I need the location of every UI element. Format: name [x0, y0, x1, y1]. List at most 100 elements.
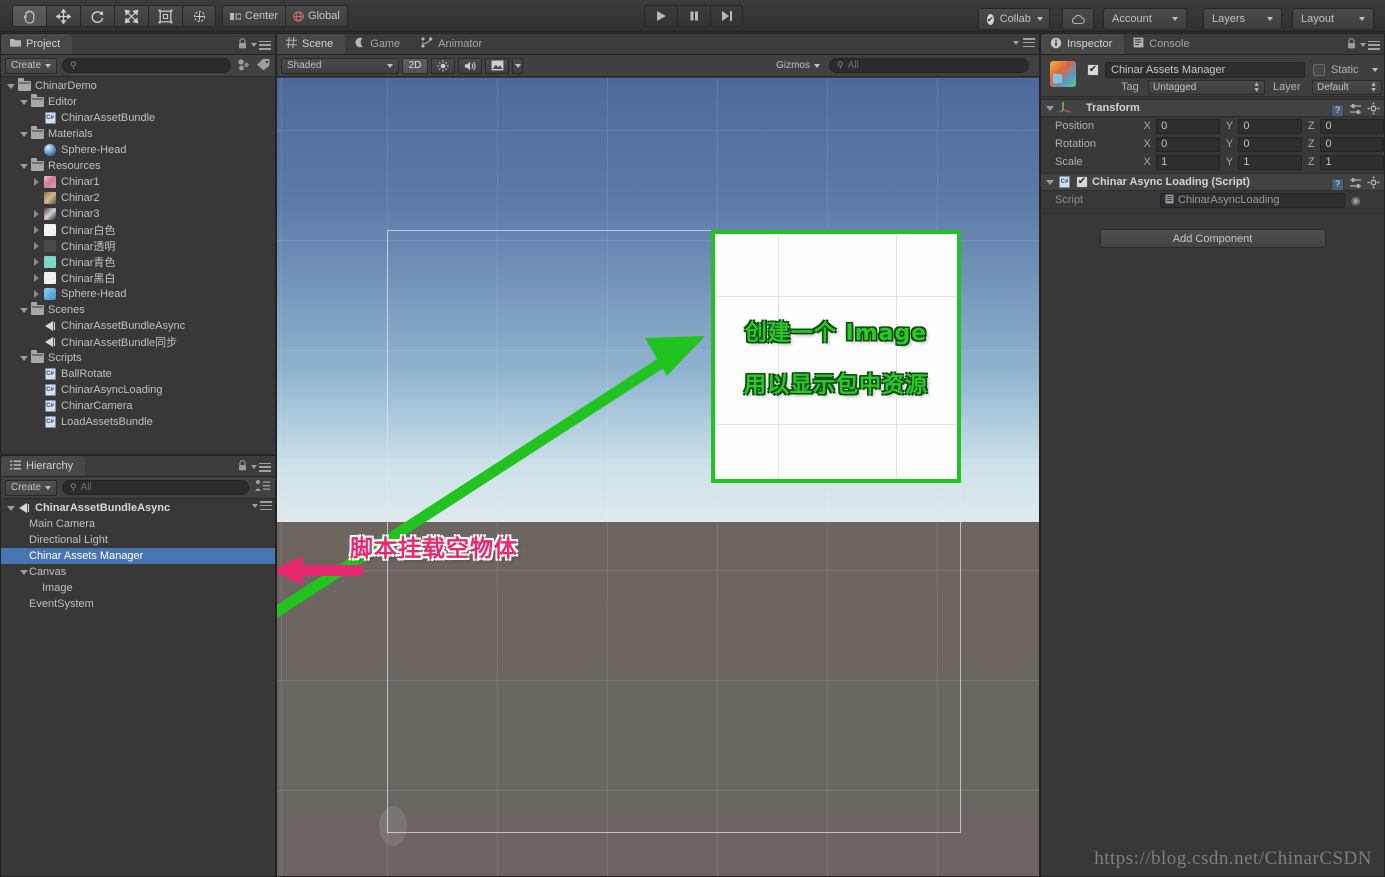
foldout-arrow[interactable]: [31, 226, 42, 234]
space-global-button[interactable]: Global: [285, 5, 348, 27]
inspector-context-menu-icon[interactable]: [1360, 40, 1380, 50]
rotate-tool[interactable]: [80, 5, 114, 27]
gizmos-dropdown[interactable]: Gizmos: [770, 58, 826, 74]
hierarchy-context-menu-icon[interactable]: [251, 462, 271, 472]
project-item-row[interactable]: Materials: [1, 126, 275, 142]
hierarchy-sort-icon[interactable]: [254, 479, 271, 496]
project-item-row[interactable]: Scenes: [1, 302, 275, 318]
transform-y-field[interactable]: 0: [1238, 118, 1302, 134]
project-item-row[interactable]: Chinar3: [1, 206, 275, 222]
foldout-arrow[interactable]: [18, 163, 29, 169]
project-item-row[interactable]: Chinar透明: [1, 238, 275, 254]
transform-x-field[interactable]: 0: [1156, 136, 1220, 152]
foldout-arrow[interactable]: [18, 569, 29, 575]
scene-context-menu-icon[interactable]: [1013, 38, 1035, 47]
tab-inspector[interactable]: Inspector: [1041, 34, 1125, 54]
hierarchy-create-button[interactable]: Create: [5, 479, 58, 496]
foldout-arrow[interactable]: [31, 258, 42, 266]
tab-scene[interactable]: Scene: [277, 34, 346, 54]
layout-button[interactable]: Layout: [1292, 8, 1374, 30]
preset-icon[interactable]: [1349, 103, 1362, 118]
hierarchy-item-row[interactable]: EventSystem: [1, 596, 275, 612]
script-enabled-checkbox[interactable]: ✔: [1076, 176, 1088, 188]
rect-tool[interactable]: [148, 5, 182, 27]
move-tool[interactable]: [46, 5, 80, 27]
image-rect-gizmo[interactable]: 创建一个 Image 用以显示包中资源: [711, 230, 961, 483]
hierarchy-item-row[interactable]: Canvas: [1, 564, 275, 580]
tab-project[interactable]: Project: [1, 34, 73, 54]
transform-foldout-arrow[interactable]: [1044, 105, 1055, 111]
foldout-arrow[interactable]: [31, 242, 42, 250]
tab-animator[interactable]: Animator: [412, 34, 494, 54]
transform-z-field[interactable]: 1: [1320, 154, 1384, 170]
project-item-row[interactable]: C# BallRotate: [1, 366, 275, 382]
play-button[interactable]: [644, 5, 677, 27]
project-item-row[interactable]: ChinarDemo: [1, 78, 275, 94]
foldout-arrow[interactable]: [31, 178, 42, 186]
help-icon[interactable]: ?: [1331, 177, 1344, 191]
lock-icon[interactable]: [238, 38, 247, 52]
project-item-row[interactable]: Sphere-Head: [1, 286, 275, 302]
tab-hierarchy[interactable]: Hierarchy: [1, 456, 86, 476]
static-dropdown-icon[interactable]: [1372, 68, 1378, 72]
add-component-button[interactable]: Add Component: [1099, 229, 1326, 248]
scene-search-input[interactable]: ⚲ All: [829, 58, 1029, 73]
project-item-row[interactable]: C# ChinarCamera: [1, 398, 275, 414]
collab-button[interactable]: ✔ Collab: [978, 8, 1050, 30]
scene-fx-button[interactable]: [485, 57, 509, 74]
foldout-arrow[interactable]: [5, 505, 16, 511]
transform-y-field[interactable]: 0: [1238, 136, 1302, 152]
script-foldout-arrow[interactable]: [1044, 179, 1055, 185]
object-enabled-checkbox[interactable]: ✔: [1087, 64, 1099, 76]
foldout-arrow[interactable]: [31, 290, 42, 298]
pause-button[interactable]: [677, 5, 710, 27]
foldout-arrow[interactable]: [31, 210, 42, 218]
hierarchy-item-row[interactable]: Directional Light: [1, 532, 275, 548]
project-filter-type-icon[interactable]: [236, 58, 251, 74]
project-create-button[interactable]: Create: [5, 57, 58, 74]
project-item-row[interactable]: Chinar黑白: [1, 270, 275, 286]
transform-component-header[interactable]: Transform ?: [1041, 99, 1384, 117]
foldout-arrow[interactable]: [18, 307, 29, 313]
transform-z-field[interactable]: 0: [1320, 118, 1384, 134]
transform-y-field[interactable]: 1: [1238, 154, 1302, 170]
layers-button[interactable]: Layers: [1203, 8, 1282, 30]
object-picker-icon[interactable]: ◉: [1351, 194, 1361, 207]
scene-audio-button[interactable]: [458, 57, 482, 74]
hierarchy-item-row[interactable]: Image: [1, 580, 275, 596]
preset-icon[interactable]: [1349, 177, 1362, 192]
tag-dropdown[interactable]: Untagged ▲ ▼: [1148, 80, 1265, 95]
cloud-button[interactable]: [1062, 8, 1094, 30]
project-search-input[interactable]: ⚲: [62, 58, 231, 73]
scene-lighting-button[interactable]: [431, 57, 455, 74]
static-checkbox[interactable]: ✔: [1313, 64, 1325, 76]
hierarchy-scene-menu-icon[interactable]: [252, 501, 272, 510]
account-button[interactable]: Account: [1103, 8, 1187, 30]
project-context-menu-icon[interactable]: [251, 40, 271, 50]
transform-tool[interactable]: [182, 5, 216, 27]
foldout-arrow[interactable]: [31, 274, 42, 282]
project-item-row[interactable]: ChinarAssetBundleAsync: [1, 318, 275, 334]
gear-icon[interactable]: [1367, 176, 1380, 192]
script-object-field[interactable]: ChinarAsyncLoading: [1160, 192, 1345, 208]
project-item-row[interactable]: Chinar白色: [1, 222, 275, 238]
project-item-row[interactable]: ChinarAssetBundle同步: [1, 334, 275, 350]
project-item-row[interactable]: Sphere-Head: [1, 142, 275, 158]
project-item-row[interactable]: Resources: [1, 158, 275, 174]
foldout-arrow[interactable]: [5, 83, 16, 89]
hand-tool[interactable]: [12, 5, 46, 27]
tab-console[interactable]: Console: [1124, 34, 1201, 54]
hierarchy-tree[interactable]: ChinarAssetBundleAsync Main Camera Directi…: [1, 500, 275, 876]
project-item-row[interactable]: Chinar青色: [1, 254, 275, 270]
help-icon[interactable]: ?: [1331, 103, 1344, 117]
step-button[interactable]: [710, 5, 743, 27]
transform-x-field[interactable]: 0: [1156, 118, 1220, 134]
project-filter-label-icon[interactable]: [256, 58, 271, 74]
foldout-arrow[interactable]: [18, 99, 29, 105]
foldout-arrow[interactable]: [18, 131, 29, 137]
project-item-row[interactable]: C# ChinarAsyncLoading: [1, 382, 275, 398]
script-component-header[interactable]: C# ✔ Chinar Async Loading (Script) ?: [1041, 173, 1384, 191]
lock-icon[interactable]: [1347, 38, 1356, 52]
transform-x-field[interactable]: 1: [1156, 154, 1220, 170]
hierarchy-search-input[interactable]: ⚲ All: [62, 480, 249, 495]
